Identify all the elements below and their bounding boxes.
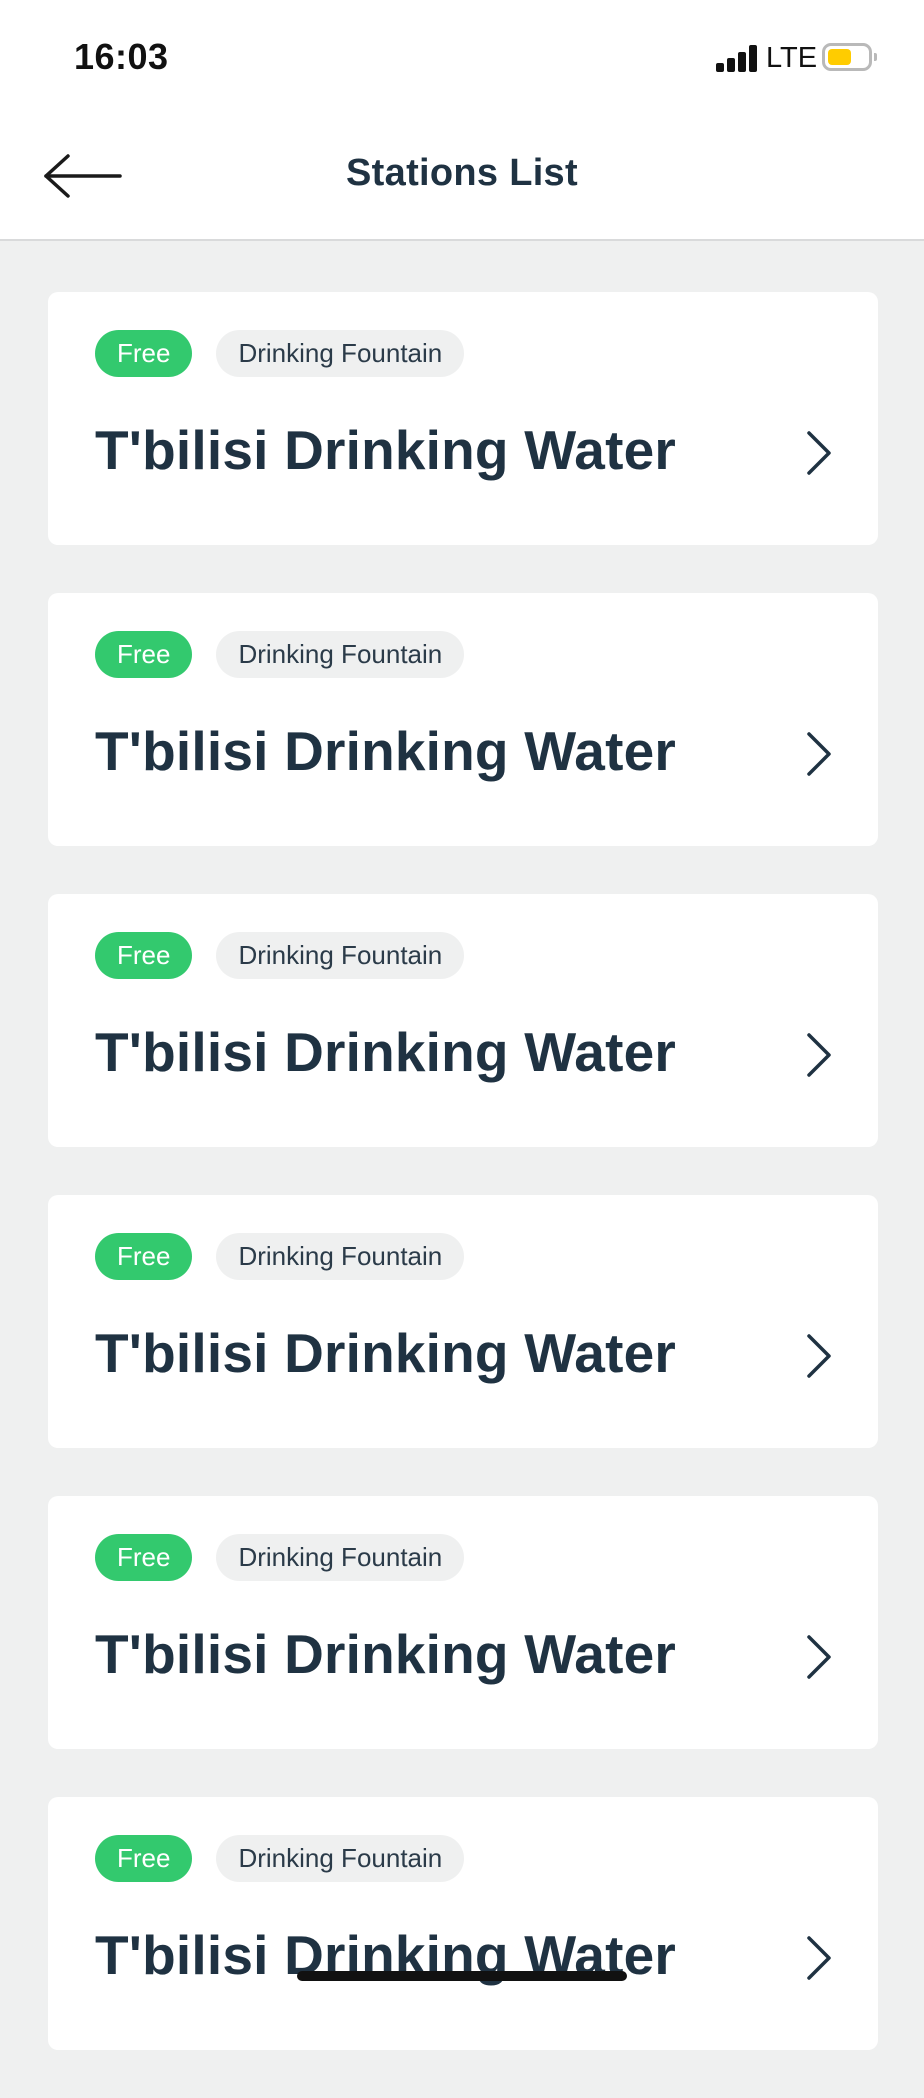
station-name: T'bilisi Drinking Water: [95, 1623, 676, 1685]
page-title: Stations List: [346, 152, 578, 194]
price-badge: Free: [95, 1835, 193, 1882]
status-time: 16:03: [74, 36, 169, 77]
navigation-bar: Stations List: [0, 110, 924, 241]
station-card[interactable]: Free Drinking Fountain T'bilisi Drinking…: [48, 1195, 878, 1448]
price-badge: Free: [95, 932, 193, 979]
chevron-right-icon: [807, 431, 831, 475]
station-type-badge: Drinking Fountain: [216, 631, 465, 678]
station-tags: Free Drinking Fountain: [95, 631, 465, 678]
home-indicator[interactable]: [297, 1971, 627, 1981]
station-name: T'bilisi Drinking Water: [95, 720, 676, 782]
battery-icon: [822, 43, 877, 71]
station-list: Free Drinking Fountain T'bilisi Drinking…: [48, 292, 878, 2098]
chevron-right-icon: [807, 1033, 831, 1077]
chevron-right-icon: [807, 732, 831, 776]
station-card[interactable]: Free Drinking Fountain T'bilisi Drinking…: [48, 1797, 878, 2050]
station-tags: Free Drinking Fountain: [95, 932, 465, 979]
status-bar: 16:03 LTE: [0, 0, 924, 110]
price-badge: Free: [95, 1233, 193, 1280]
chevron-right-icon: [807, 1334, 831, 1378]
station-name: T'bilisi Drinking Water: [95, 1021, 676, 1083]
station-type-badge: Drinking Fountain: [216, 1835, 465, 1882]
station-card[interactable]: Free Drinking Fountain T'bilisi Drinking…: [48, 894, 878, 1147]
battery-level: [828, 49, 851, 65]
chevron-right-icon: [807, 1936, 831, 1980]
station-tags: Free Drinking Fountain: [95, 1534, 465, 1581]
signal-icon: [716, 44, 760, 72]
station-name: T'bilisi Drinking Water: [95, 1322, 676, 1384]
station-type-badge: Drinking Fountain: [216, 932, 465, 979]
station-type-badge: Drinking Fountain: [216, 1233, 465, 1280]
station-type-badge: Drinking Fountain: [216, 330, 465, 377]
price-badge: Free: [95, 631, 193, 678]
station-tags: Free Drinking Fountain: [95, 330, 465, 377]
station-type-badge: Drinking Fountain: [216, 1534, 465, 1581]
station-card[interactable]: Free Drinking Fountain T'bilisi Drinking…: [48, 593, 878, 846]
price-badge: Free: [95, 1534, 193, 1581]
station-tags: Free Drinking Fountain: [95, 1233, 465, 1280]
station-card[interactable]: Free Drinking Fountain T'bilisi Drinking…: [48, 1496, 878, 1749]
chevron-right-icon: [807, 1635, 831, 1679]
station-card[interactable]: Free Drinking Fountain T'bilisi Drinking…: [48, 292, 878, 545]
station-name: T'bilisi Drinking Water: [95, 419, 676, 481]
network-label: LTE: [766, 42, 818, 74]
price-badge: Free: [95, 330, 193, 377]
station-tags: Free Drinking Fountain: [95, 1835, 465, 1882]
